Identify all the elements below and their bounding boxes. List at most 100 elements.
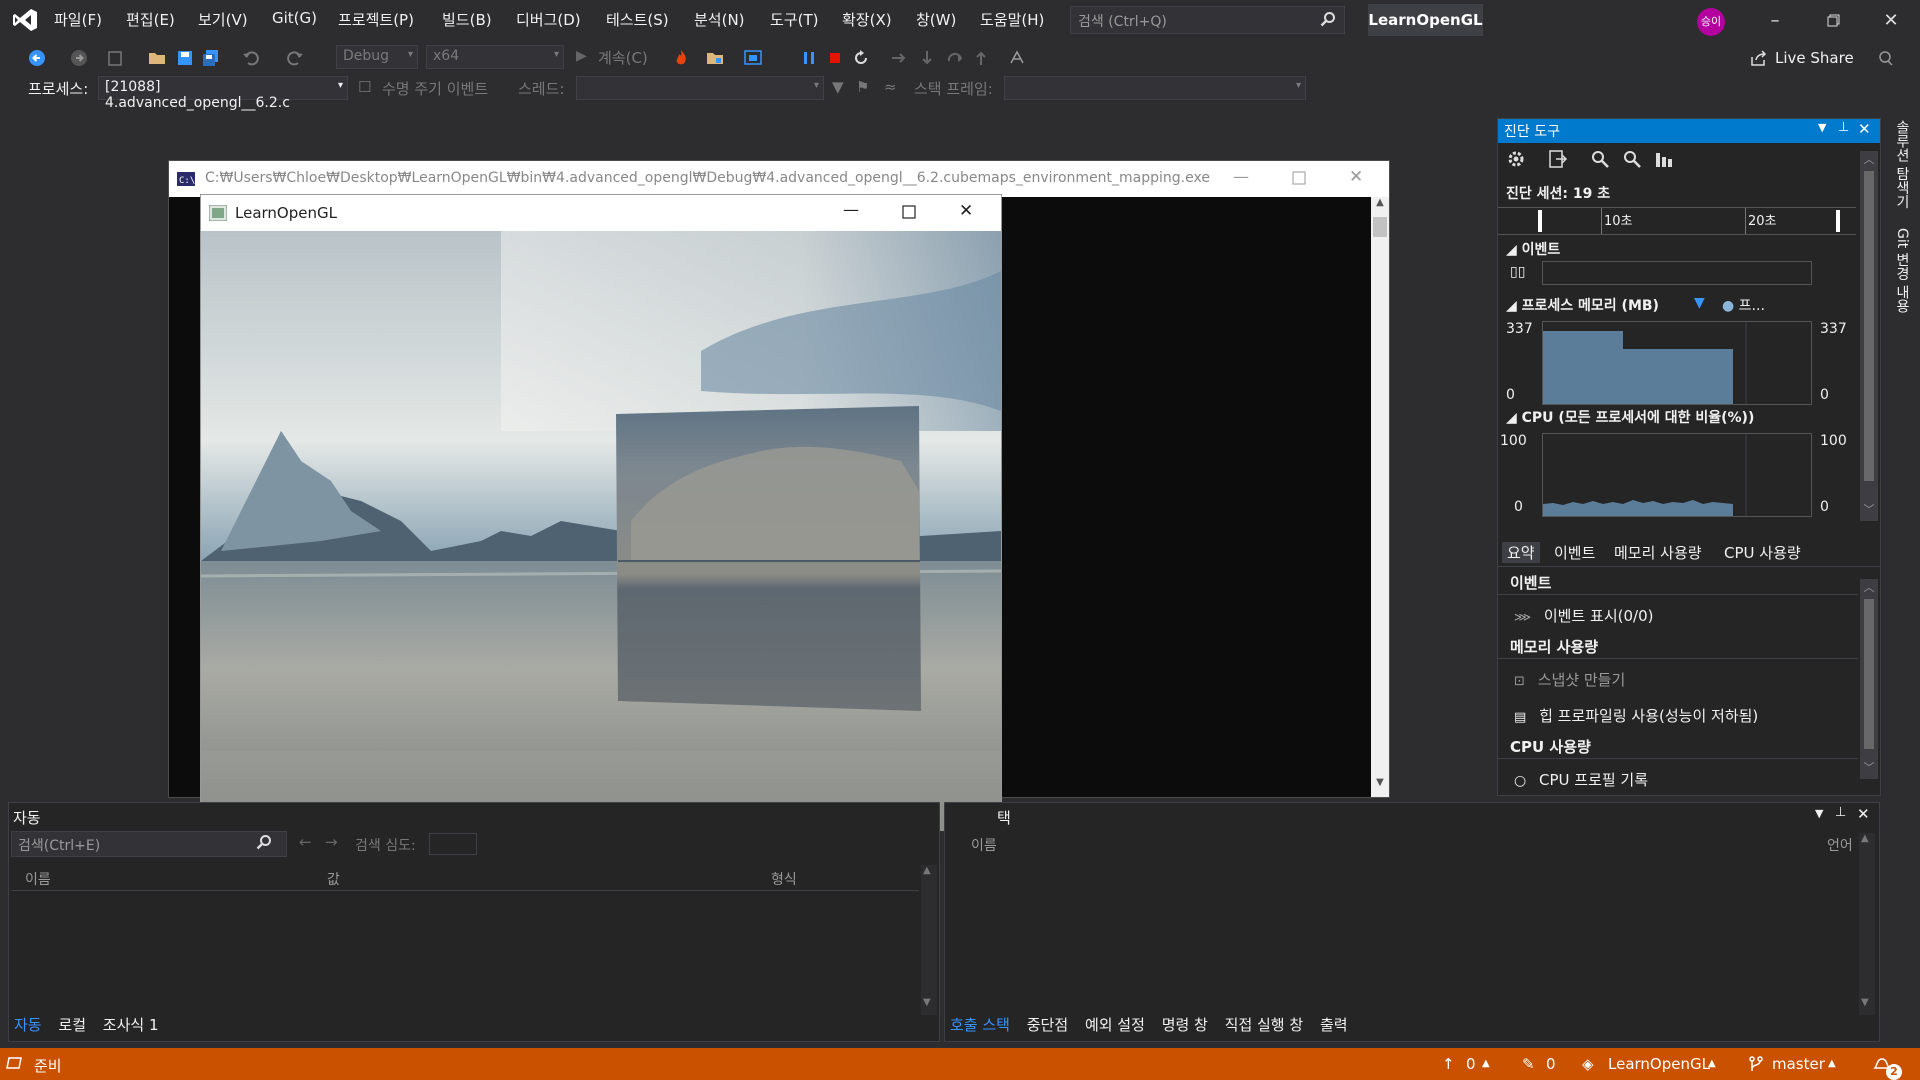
scroll-down-icon[interactable]: ﹀ — [1860, 501, 1878, 519]
tab-cpu-usage[interactable]: CPU 사용량 — [1724, 542, 1801, 563]
repository-icon[interactable]: ◈ — [1582, 1055, 1594, 1073]
menu-test[interactable]: 테스트(S) — [606, 9, 669, 30]
continue-button[interactable]: 계속(C) — [598, 47, 648, 68]
scroll-down-icon[interactable]: ▼ — [923, 997, 931, 1008]
pin-icon[interactable]: ⊥ — [1835, 805, 1846, 820]
pause-icon[interactable] — [800, 49, 818, 67]
record-cpu-profile-link[interactable]: ○ CPU 프로필 기록 — [1514, 769, 1648, 790]
rail-solution-explorer[interactable]: 솔루션 탐색기 — [1892, 120, 1912, 208]
chevron-up-icon[interactable]: ▲ — [1708, 1058, 1716, 1069]
open-folder-icon[interactable] — [148, 49, 166, 67]
scrollbar-thumb[interactable] — [1864, 171, 1874, 481]
menu-edit[interactable]: 편집(E) — [126, 9, 175, 30]
diag-graph-scrollbar[interactable]: ︿ ﹀ — [1860, 151, 1878, 521]
chevron-up-icon[interactable]: ▲ — [1828, 1058, 1836, 1069]
col-language[interactable]: 언어 — [1827, 835, 1853, 855]
scroll-up-icon[interactable]: ▲ — [923, 865, 931, 876]
continue-play-icon[interactable]: ▶ — [576, 48, 587, 64]
screenshot-icon[interactable] — [744, 49, 762, 67]
close-icon[interactable]: ✕ — [1857, 805, 1870, 823]
pin-icon[interactable]: ⊥ — [1838, 120, 1849, 135]
minimize-icon[interactable]: — — [843, 200, 859, 219]
scroll-down-icon[interactable]: ▼ — [1371, 777, 1389, 795]
diagnostic-tools-header[interactable]: 진단 도구 ▼ ⊥ ✕ — [1498, 119, 1880, 143]
summary-scrollbar[interactable]: ︿ ﹀ — [1860, 579, 1878, 779]
menu-git[interactable]: Git(G) — [272, 9, 317, 27]
menu-tools[interactable]: 도구(T) — [770, 9, 818, 30]
reset-zoom-icon[interactable] — [1654, 149, 1674, 169]
feedback-icon[interactable] — [1876, 49, 1894, 67]
branch-icon[interactable] — [1748, 1055, 1764, 1073]
scroll-up-icon[interactable]: ︿ — [1860, 151, 1878, 169]
save-icon[interactable] — [176, 49, 194, 67]
menu-project[interactable]: 프로젝트(P) — [338, 9, 414, 30]
col-name[interactable]: 이름 — [971, 835, 997, 855]
call-stack-scrollbar[interactable]: ▲ ▼ — [1859, 833, 1875, 1015]
filter-icon[interactable]: ▼ — [832, 78, 844, 96]
publish-up-icon[interactable]: ↑ — [1442, 1055, 1455, 1073]
tab-immediate-window[interactable]: 직접 실행 창 — [1225, 1016, 1304, 1034]
lifecycle-events-icon[interactable]: ☐ — [358, 78, 371, 96]
memory-section-header[interactable]: ◢ 프로세스 메모리 (MB) — [1506, 295, 1659, 315]
live-share-icon[interactable] — [1750, 49, 1768, 67]
tab-memory-usage[interactable]: 메모리 사용량 — [1614, 542, 1702, 563]
process-dropdown[interactable]: [21088] 4.advanced_opengl__6.2.c ▾ — [98, 76, 348, 111]
cpu-section-header[interactable]: ◢ CPU (모든 프로세서에 대한 비율(%)) — [1506, 407, 1754, 427]
collapse-threads-icon[interactable]: ≈ — [884, 78, 897, 96]
tab-watch-1[interactable]: 조사식 1 — [103, 1016, 159, 1034]
redo-icon[interactable] — [286, 49, 304, 67]
menu-window[interactable]: 창(W) — [916, 9, 956, 30]
global-search-input[interactable]: 검색 (Ctrl+Q) — [1070, 6, 1345, 34]
menu-extensions[interactable]: 확장(X) — [842, 9, 892, 30]
opengl-titlebar[interactable]: LearnOpenGL — ✕ — [201, 195, 1001, 231]
tab-command-window[interactable]: 명령 창 — [1162, 1016, 1208, 1034]
scroll-up-icon[interactable]: ▲ — [1861, 833, 1869, 844]
undo-icon[interactable] — [242, 49, 260, 67]
solution-name-badge[interactable]: LearnOpenGL — [1368, 4, 1483, 36]
step-out-icon[interactable] — [972, 49, 990, 67]
events-track[interactable] — [1542, 261, 1812, 285]
chevron-up-icon[interactable]: ▲ — [1482, 1058, 1490, 1069]
cpu-graph[interactable] — [1542, 433, 1812, 517]
take-snapshot-link[interactable]: ⊡ 스냅샷 만들기 — [1514, 669, 1625, 690]
user-avatar[interactable]: 승이 — [1697, 8, 1725, 36]
close-icon[interactable]: ✕ — [1876, 8, 1906, 34]
scrollbar-thumb[interactable] — [1864, 599, 1874, 749]
heap-profiling-link[interactable]: ▤ 힙 프로파일링 사용(성능이 저하됨) — [1514, 705, 1758, 726]
timeline-handle-left[interactable] — [1538, 210, 1542, 232]
hex-display-icon[interactable] — [1008, 49, 1026, 67]
rail-git-changes[interactable]: Git 변경 내용 — [1892, 228, 1912, 313]
console-scrollbar[interactable]: ▲ ▼ — [1371, 197, 1389, 797]
close-icon[interactable]: ✕ — [1858, 120, 1871, 138]
tab-exception-settings[interactable]: 예외 설정 — [1085, 1016, 1145, 1034]
scroll-down-icon[interactable]: ▼ — [1861, 997, 1869, 1008]
close-icon[interactable]: ✕ — [959, 201, 973, 221]
menu-debug[interactable]: 디버그(D) — [516, 9, 581, 30]
search-back-icon[interactable]: ← — [299, 833, 312, 851]
scroll-down-icon[interactable]: ﹀ — [1860, 759, 1878, 777]
branch-name[interactable]: master — [1772, 1055, 1825, 1073]
solution-platform-dropdown[interactable]: x64 ▾ — [426, 45, 564, 69]
tab-autos[interactable]: 자동 — [14, 1016, 42, 1034]
solution-config-dropdown[interactable]: Debug ▾ — [336, 45, 418, 69]
restart-icon[interactable] — [852, 49, 870, 67]
events-section-header[interactable]: ◢ 이벤트 — [1506, 239, 1560, 259]
show-events-link[interactable]: ⋙ 이벤트 표시(0/0) — [1514, 605, 1653, 626]
opengl-render-canvas[interactable] — [201, 231, 1001, 831]
memory-graph[interactable] — [1542, 321, 1812, 405]
console-titlebar[interactable]: C:\ C:₩Users₩Chloe₩Desktop₩LearnOpenGL₩b… — [169, 161, 1389, 197]
new-project-icon[interactable] — [106, 49, 124, 67]
thread-dropdown[interactable]: ▾ — [576, 76, 824, 100]
opengl-window[interactable]: LearnOpenGL — ✕ — [200, 194, 1002, 831]
autos-search-input[interactable]: 검색(Ctrl+E) — [11, 831, 287, 857]
restore-icon[interactable] — [1818, 8, 1848, 34]
step-into-icon[interactable] — [918, 49, 936, 67]
col-value[interactable]: 값 — [327, 869, 340, 889]
scrollbar-thumb[interactable] — [1373, 217, 1387, 237]
minimize-icon[interactable]: – — [1760, 8, 1790, 34]
tab-breakpoints[interactable]: 중단점 — [1027, 1016, 1068, 1034]
lifecycle-events-dropdown[interactable]: 수명 주기 이벤트 — [382, 78, 488, 99]
menu-build[interactable]: 빌드(B) — [442, 9, 492, 30]
step-over-icon[interactable] — [946, 49, 964, 67]
zoom-in-icon[interactable] — [1590, 149, 1610, 169]
